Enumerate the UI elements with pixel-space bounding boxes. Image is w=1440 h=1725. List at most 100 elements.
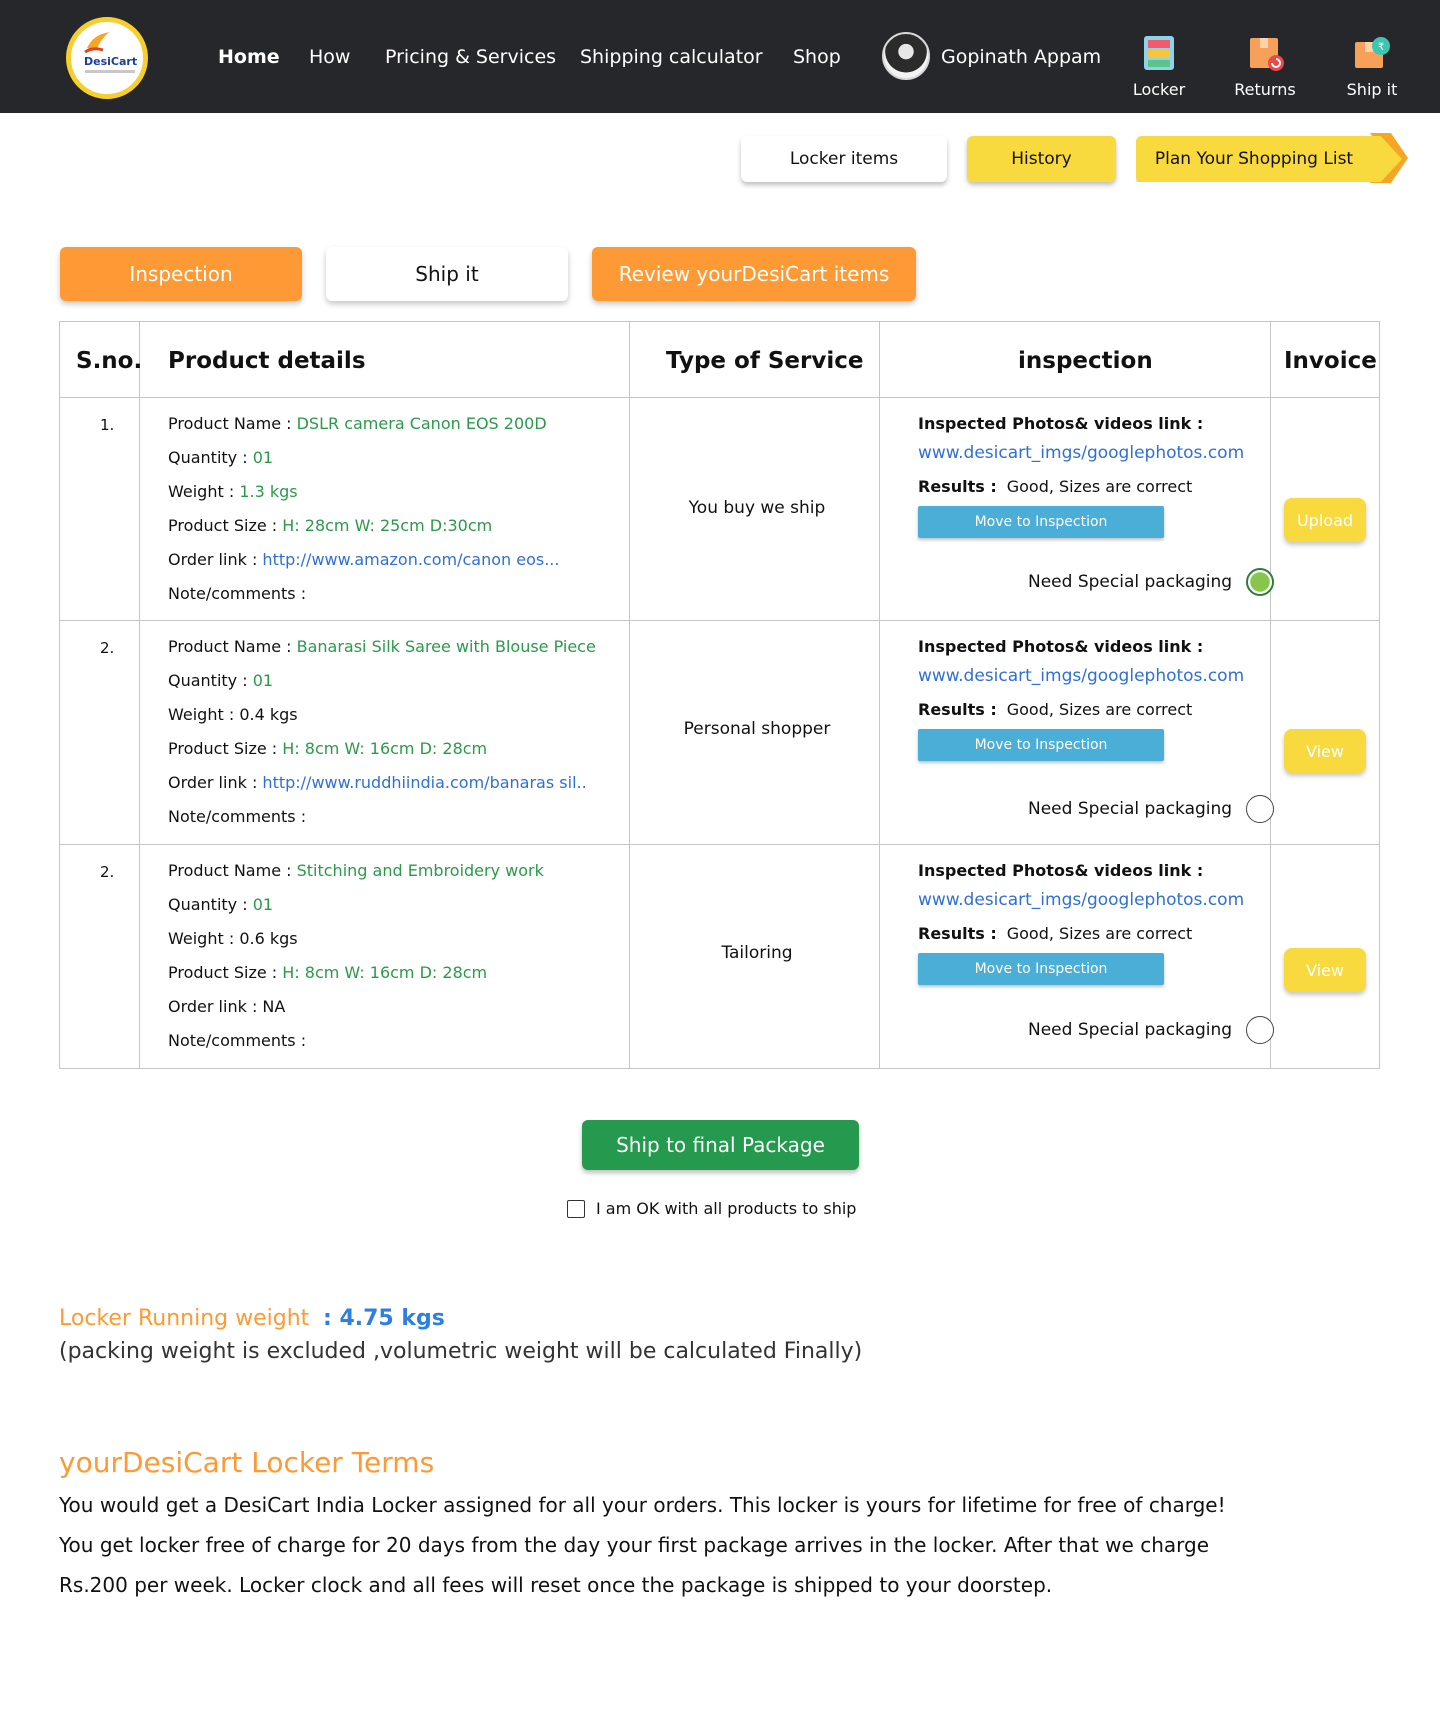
- desicart-logo[interactable]: DesiCart: [66, 17, 148, 99]
- weight-line: Weight : 0.6 kgs: [168, 929, 648, 963]
- history-button[interactable]: History: [967, 136, 1116, 182]
- terms-line: You get locker free of charge for 20 day…: [59, 1533, 1209, 1557]
- product-name-line: Product Name : Stitching and Embroidery …: [168, 861, 648, 895]
- photos-link[interactable]: www.desicart_imgs/googlephotos.com: [918, 443, 1244, 463]
- results-line: Results : Good, Sizes are correct: [918, 924, 1244, 943]
- invoice-view-button[interactable]: View: [1284, 948, 1366, 992]
- move-to-inspection-button[interactable]: Move to Inspection: [918, 953, 1164, 985]
- field-label: Quantity :: [168, 448, 253, 467]
- weight-value: 0.6 kgs: [239, 929, 298, 948]
- quantity-line: Quantity : 01: [168, 448, 648, 482]
- special-packaging-label: Need Special packaging: [1028, 572, 1233, 592]
- nav-shop[interactable]: Shop: [793, 46, 841, 68]
- weight-line: Weight : 0.4 kgs: [168, 705, 648, 739]
- plan-shopping-list-button[interactable]: Plan Your Shopping List: [1136, 136, 1402, 182]
- field-label: Product Size :: [168, 963, 283, 982]
- locker-weight-value: : 4.75 kgs: [323, 1306, 445, 1331]
- special-packaging-radio[interactable]: [1246, 568, 1274, 596]
- table-row: 2. Product Name : Stitching and Embroide…: [60, 845, 1381, 1070]
- product-name: Stitching and Embroidery work: [296, 861, 544, 880]
- terms-line: Rs.200 per week. Locker clock and all fe…: [59, 1573, 1053, 1597]
- size-value: H: 28cm W: 25cm D:30cm: [282, 516, 493, 535]
- order-link-line: Order link : http://www.ruddhiindia.com/…: [168, 773, 648, 807]
- size-value: H: 8cm W: 16cm D: 28cm: [282, 739, 488, 758]
- returns-label: Returns: [1234, 80, 1296, 99]
- tab-ship-it[interactable]: Ship it: [326, 247, 568, 301]
- top-navigation-bar: DesiCart Home How Pricing & Services Shi…: [0, 0, 1440, 113]
- logo-text: DesiCart: [84, 55, 138, 68]
- field-label: Product Name :: [168, 414, 297, 433]
- header-inspection: inspection: [1018, 348, 1153, 374]
- special-packaging-radio[interactable]: [1246, 1016, 1274, 1044]
- size-line: Product Size : H: 8cm W: 16cm D: 28cm: [168, 739, 648, 773]
- header-sno: S.no.: [76, 348, 143, 374]
- photos-link[interactable]: www.desicart_imgs/googlephotos.com: [918, 890, 1244, 910]
- results-value: Good, Sizes are correct: [1006, 700, 1193, 719]
- order-link-line: Order link : http://www.amazon.com/canon…: [168, 550, 648, 584]
- service-type: Personal shopper: [683, 719, 831, 739]
- product-name-line: Product Name : DSLR camera Canon EOS 200…: [168, 414, 648, 448]
- ship-it-tool[interactable]: ₹ Ship it: [1332, 34, 1412, 104]
- quantity-line: Quantity : 01: [168, 671, 648, 705]
- returns-tool[interactable]: Returns: [1225, 34, 1305, 104]
- nav-pricing-services[interactable]: Pricing & Services: [385, 46, 556, 68]
- notes-line: Note/comments :: [168, 584, 307, 603]
- returns-icon: [1250, 38, 1284, 71]
- locker-weight-label: Locker Running weight: [59, 1306, 310, 1331]
- nav-home[interactable]: Home: [218, 46, 280, 68]
- product-details: Product Name : DSLR camera Canon EOS 200…: [168, 414, 648, 618]
- notes-line: Note/comments :: [168, 807, 307, 826]
- results-label: Results :: [918, 477, 997, 496]
- ship-it-icon: ₹: [1355, 37, 1390, 68]
- user-name[interactable]: Gopinath Appam: [941, 46, 1101, 68]
- move-to-inspection-button[interactable]: Move to Inspection: [918, 729, 1164, 761]
- ok-to-ship-label[interactable]: I am OK with all products to ship: [596, 1199, 856, 1218]
- field-label: Order link :: [168, 773, 263, 792]
- field-label: Weight :: [168, 929, 240, 948]
- invoice-view-button[interactable]: View: [1284, 729, 1366, 773]
- row-sno: 2.: [100, 639, 115, 657]
- order-link[interactable]: http://www.amazon.com/canon eos...: [262, 550, 559, 569]
- tab-inspection[interactable]: Inspection: [60, 247, 302, 301]
- weight-value: 1.3 kgs: [239, 482, 298, 501]
- nav-shipping-calculator[interactable]: Shipping calculator: [580, 46, 763, 68]
- field-label: Quantity :: [168, 895, 253, 914]
- results-value: Good, Sizes are correct: [1006, 477, 1193, 496]
- invoice-upload-button[interactable]: Upload: [1284, 498, 1366, 542]
- special-packaging-row: Need Special packaging: [1028, 568, 1328, 598]
- notes-line: Note/comments :: [168, 1031, 307, 1050]
- size-line: Product Size : H: 28cm W: 25cm D:30cm: [168, 516, 648, 550]
- field-label: Product Size :: [168, 516, 283, 535]
- inspection-cell: Inspected Photos& videos link : www.desi…: [918, 637, 1244, 761]
- product-details: Product Name : Banarasi Silk Saree with …: [168, 637, 648, 841]
- nav-how[interactable]: How: [309, 46, 350, 68]
- results-line: Results : Good, Sizes are correct: [918, 700, 1244, 719]
- ship-to-final-package-button[interactable]: Ship to final Package: [582, 1120, 859, 1170]
- locker-items-button[interactable]: Locker items: [741, 136, 947, 182]
- locker-label: Locker: [1132, 80, 1186, 99]
- product-name: DSLR camera Canon EOS 200D: [296, 414, 547, 433]
- inspection-cell: Inspected Photos& videos link : www.desi…: [918, 414, 1244, 538]
- quantity-line: Quantity : 01: [168, 895, 648, 929]
- locker-tool[interactable]: Locker: [1119, 34, 1199, 104]
- field-label: Weight :: [168, 705, 240, 724]
- locker-weight-note: (packing weight is excluded ,volumetric …: [59, 1339, 863, 1364]
- move-to-inspection-button[interactable]: Move to Inspection: [918, 506, 1164, 538]
- quantity-value: 01: [252, 671, 274, 690]
- tab-review-items[interactable]: Review yourDesiCart items: [592, 247, 916, 301]
- locker-icon: [1144, 36, 1174, 70]
- special-packaging-radio[interactable]: [1246, 795, 1274, 823]
- photos-link[interactable]: www.desicart_imgs/googlephotos.com: [918, 666, 1244, 686]
- results-label: Results :: [918, 700, 997, 719]
- special-packaging-row: Need Special packaging: [1028, 795, 1328, 825]
- order-link: NA: [262, 997, 286, 1016]
- results-label: Results :: [918, 924, 997, 943]
- order-link[interactable]: http://www.ruddhiindia.com/banaras sil..: [262, 773, 586, 792]
- ok-to-ship-checkbox[interactable]: [567, 1200, 585, 1218]
- field-label: Product Name :: [168, 861, 297, 880]
- product-name-line: Product Name : Banarasi Silk Saree with …: [168, 637, 648, 671]
- user-avatar[interactable]: [882, 32, 930, 80]
- weight-value: 0.4 kgs: [239, 705, 298, 724]
- quantity-value: 01: [252, 448, 274, 467]
- row-sno: 1.: [100, 416, 115, 434]
